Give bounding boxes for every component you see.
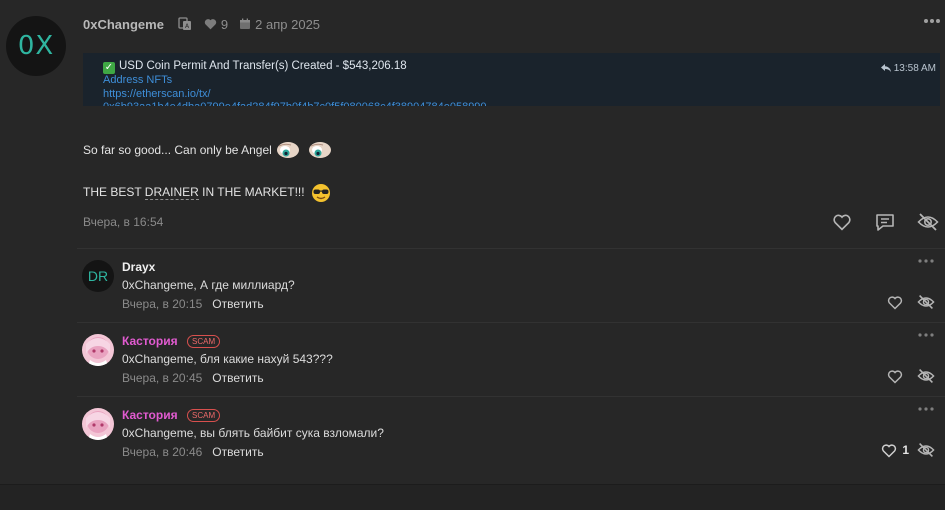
comment-text: 0xChangeme, бля какие нахуй 543??? [122,352,333,366]
embed-title: USD Coin Permit And Transfer(s) Created … [119,60,407,72]
embed-link-url[interactable]: https://etherscan.io/tx/ [103,88,940,102]
eyes-emoji [308,140,332,162]
likes-count: 9 [220,16,229,32]
comment-author[interactable]: Кастория [122,334,178,348]
hide-icon[interactable] [917,212,939,232]
reply-arrow-icon [880,64,891,72]
heart-icon[interactable] [204,18,217,30]
more-icon[interactable] [918,407,934,411]
mention-link[interactable]: 0xChangeme [122,352,193,366]
eyes-emoji [276,140,300,162]
embedded-message: ✓ USD Coin Permit And Transfer(s) Created… [83,53,940,106]
like-heart-icon[interactable] [887,295,903,310]
comment-author[interactable]: Кастория [122,408,178,422]
post-timestamp: Вчера, в 16:54 [83,215,164,229]
like-heart-icon[interactable] [832,213,852,231]
hide-icon[interactable] [917,294,935,310]
more-icon[interactable] [918,259,934,263]
reply-button[interactable]: Ответить [212,297,263,311]
comment-item: Кастория SCAM 0xChangeme, вы блять байби… [77,396,945,470]
check-icon: ✓ [103,62,115,74]
comment-item: DR Drayx 0xChangeme, А где миллиард? Вче… [77,248,945,322]
comment-actions [887,294,935,310]
translate-icon[interactable]: A [178,17,192,31]
hide-icon[interactable] [917,368,935,384]
post-card: 0X 0xChangeme A 9 2 апр 2025 ✓ USD Coin P… [0,0,945,485]
more-icon[interactable] [923,18,941,24]
anime-avatar[interactable] [82,334,114,366]
reply-button[interactable]: Ответить [212,445,263,459]
comment-meta: Вчера, в 20:15 Ответить [122,297,264,311]
mention-link[interactable]: 0xChangeme [122,278,193,292]
post-text-line2: THE BEST DRAINER IN THE MARKET!!! [83,183,331,203]
sunglasses-emoji [311,183,331,203]
scam-badge: SCAM [187,335,221,348]
anime-avatar[interactable] [82,408,114,440]
post-actions [832,212,939,232]
like-heart-icon[interactable] [881,443,897,458]
author-avatar[interactable]: 0X [6,16,66,76]
comment-author[interactable]: Drayx [122,260,155,274]
calendar-icon [239,18,251,30]
comment-text: 0xChangeme, А где миллиард? [122,278,295,292]
post-text-line1: So far so good... Can only be Angel [83,140,332,162]
scam-badge: SCAM [187,409,221,422]
like-heart-icon[interactable] [887,369,903,384]
comment-actions: 1 [881,442,935,458]
comment-meta: Вчера, в 20:45 Ответить [122,371,264,385]
comment-meta: Вчера, в 20:46 Ответить [122,445,264,459]
comment-actions [887,368,935,384]
comment-like-count: 1 [902,443,909,457]
mention-link[interactable]: 0xChangeme [122,426,193,440]
post-header: 0xChangeme A 9 2 апр 2025 [83,15,331,33]
embed-link-hash[interactable]: 0x6b93aa1b4e4dba0799e4fad284f97b0f4b7c0f… [103,101,940,106]
post-author[interactable]: 0xChangeme [83,17,164,32]
comment-text: 0xChangeme, вы блять байбит сука взломал… [122,426,384,440]
comment-avatar[interactable]: DR [82,260,114,292]
comment-icon[interactable] [875,212,895,232]
comment-item: Кастория SCAM 0xChangeme, бля какие наху… [77,322,945,396]
reply-button[interactable]: Ответить [212,371,263,385]
hide-icon[interactable] [917,442,935,458]
drainer-link[interactable]: DRAINER [144,185,199,201]
embed-time: 13:58 AM [880,62,936,76]
embed-link-nfts[interactable]: Address NFTs [103,74,940,88]
more-icon[interactable] [918,333,934,337]
post-date-header: 2 апр 2025 [255,16,321,32]
